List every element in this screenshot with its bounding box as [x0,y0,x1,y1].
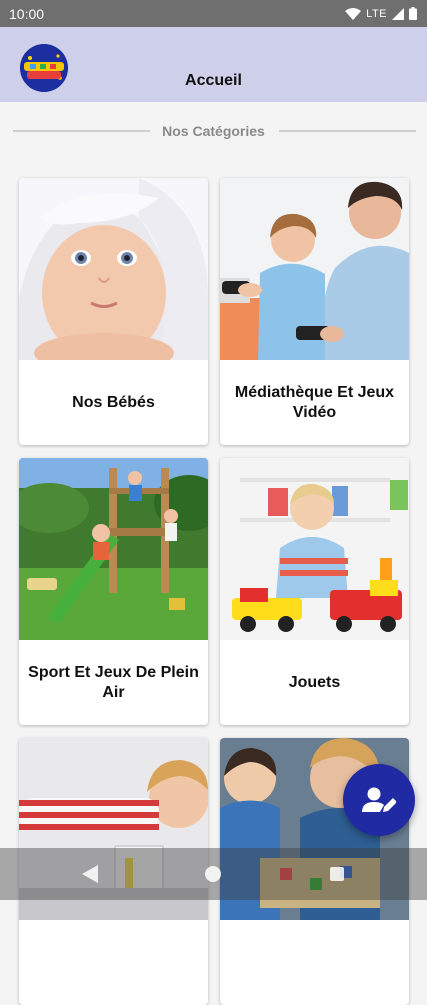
user-edit-button[interactable] [343,764,415,836]
user-edit-icon [362,787,396,812]
category-label [25,920,202,1005]
system-nav-bar [0,848,427,900]
category-card-media-games[interactable]: Médiathèque Et Jeux Vidéo [220,178,409,445]
category-label: Sport Et Jeux De Plein Air [28,664,199,701]
baby-in-towel-photo [19,178,208,360]
kids-slide-playground-photo [19,458,208,640]
category-label [226,920,403,1005]
category-card-toys[interactable]: Jouets [220,458,409,725]
category-grid: Nos Bébés Médiathèque Et Jeux Vidéo Spor… [0,0,427,1005]
category-label: Jouets [288,674,341,691]
home-icon[interactable] [205,866,221,882]
category-card-outdoor[interactable]: Sport Et Jeux De Plein Air [19,458,208,725]
toddler-toy-cars-photo [220,458,409,640]
father-son-gaming-photo [220,178,409,360]
category-label: Médiathèque Et Jeux Vidéo [234,384,395,421]
back-icon[interactable] [82,865,98,883]
recent-apps-icon[interactable] [330,867,344,881]
category-card-babies[interactable]: Nos Bébés [19,178,208,445]
category-label: Nos Bébés [72,394,155,411]
